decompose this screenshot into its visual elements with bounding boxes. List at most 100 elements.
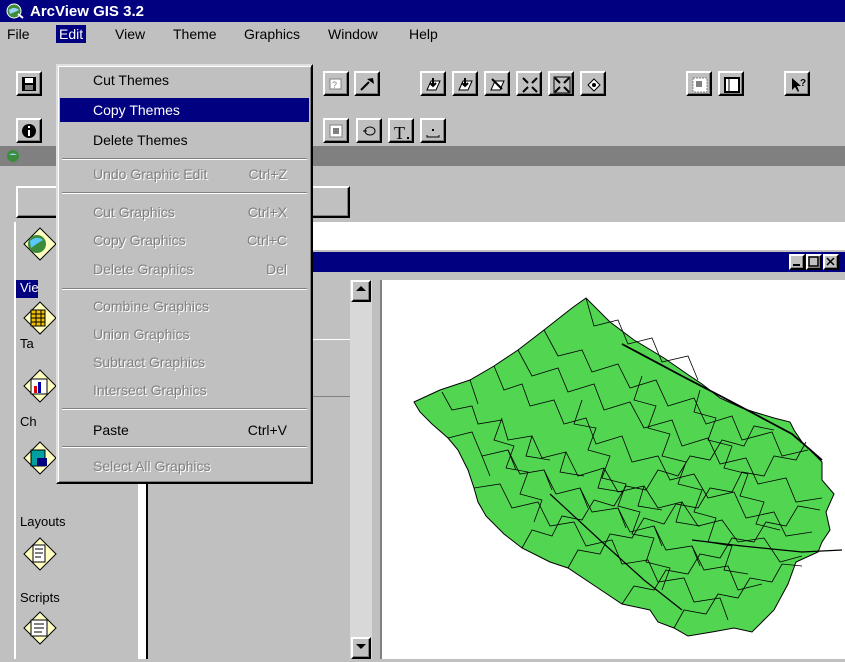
zoom-to-selected-button[interactable] — [484, 71, 510, 96]
vertex-tool-button[interactable] — [420, 118, 446, 143]
scripts-icon[interactable] — [22, 610, 58, 646]
help-arrow-icon: ? — [792, 78, 806, 92]
menu-separator — [62, 408, 307, 410]
save-project-button[interactable] — [16, 71, 42, 96]
close-icon — [826, 257, 835, 266]
menu-item-shortcut: Ctrl+V — [247, 422, 287, 438]
info-icon — [22, 124, 36, 138]
text-tool-button[interactable]: T — [388, 118, 414, 143]
census-tracts-map[interactable] — [382, 280, 845, 659]
menu-combine-graphics[interactable]: Combine Graphics — [60, 294, 309, 318]
label-button[interactable]: ? — [323, 71, 349, 96]
doc-type-charts[interactable]: Ch — [20, 414, 37, 429]
menu-graphics[interactable]: Graphics — [241, 25, 303, 43]
zoom-extent-icon — [426, 78, 441, 91]
label-icon: ? — [329, 78, 342, 90]
menu-file[interactable]: File — [4, 25, 33, 43]
toc-scrollbar[interactable] — [350, 280, 372, 659]
arcview-globe-icon — [6, 3, 24, 19]
help-button[interactable]: ? — [784, 71, 810, 96]
map-display[interactable] — [380, 280, 845, 659]
menu-item-label: Select All Graphics — [93, 458, 211, 474]
app-title: ArcView GIS 3.2 — [30, 3, 144, 20]
menu-delete-themes[interactable]: Delete Themes — [60, 128, 309, 152]
menu-union-graphics[interactable]: Union Graphics — [60, 322, 309, 346]
menu-item-label: Delete Themes — [93, 132, 188, 148]
menu-subtract-graphics[interactable]: Subtract Graphics — [60, 350, 309, 374]
menu-item-label: Undo Graphic Edit — [93, 166, 208, 182]
zoom-in-icon — [522, 77, 538, 93]
menu-copy-graphics[interactable]: Copy Graphics Ctrl+C — [60, 228, 309, 252]
zoom-selected-icon — [490, 78, 505, 91]
minimize-button[interactable] — [789, 254, 805, 270]
menu-help[interactable]: Help — [406, 25, 441, 43]
app-title-bar: ArcView GIS 3.2 — [0, 0, 845, 22]
doc-type-views[interactable]: Vie — [20, 280, 39, 295]
menu-undo-graphic-edit[interactable]: Undo Graphic Edit Ctrl+Z — [60, 162, 309, 186]
project-icon — [7, 150, 19, 162]
layout-frame-icon — [724, 77, 740, 93]
zoom-to-extent-button[interactable] — [420, 71, 446, 96]
doc-type-layouts[interactable]: Layouts — [20, 514, 66, 529]
tables-icon[interactable] — [22, 300, 58, 336]
arrow-down-icon — [356, 644, 366, 649]
zoom-out-icon — [553, 76, 571, 94]
zoom-in-button[interactable] — [516, 71, 542, 96]
zoom-previous-icon — [587, 78, 601, 92]
charts-icon[interactable] — [22, 368, 58, 404]
menu-item-label: Combine Graphics — [93, 298, 209, 314]
select-grid-icon — [692, 77, 708, 93]
menu-item-shortcut: Ctrl+X — [247, 204, 287, 220]
maximize-icon — [808, 256, 819, 267]
draw-shape-button[interactable] — [356, 118, 382, 143]
menu-intersect-graphics[interactable]: Intersect Graphics — [60, 378, 309, 402]
close-button[interactable] — [823, 254, 839, 270]
scroll-up-button[interactable] — [351, 280, 371, 302]
zoom-to-themes-button[interactable] — [452, 71, 478, 96]
menu-window[interactable]: Window — [325, 25, 381, 43]
menu-paste[interactable]: Paste Ctrl+V — [60, 418, 309, 442]
menu-item-label: Cut Graphics — [93, 204, 175, 220]
layout-button[interactable] — [718, 71, 744, 96]
identify-button[interactable] — [16, 118, 42, 143]
menu-item-label: Intersect Graphics — [93, 382, 207, 398]
menu-item-label: Copy Graphics — [93, 232, 186, 248]
menu-separator — [62, 288, 307, 290]
hotlink-button[interactable] — [354, 71, 380, 96]
zoom-themes-icon — [458, 78, 473, 91]
menu-select-all-graphics[interactable]: Select All Graphics — [60, 454, 309, 478]
zoom-out-button[interactable] — [548, 71, 574, 96]
menu-cut-themes[interactable]: Cut Themes — [60, 68, 309, 92]
svg-text:?: ? — [800, 78, 806, 89]
doc-type-scripts[interactable]: Scripts — [20, 590, 60, 605]
minimize-icon — [793, 264, 800, 266]
menu-item-label: Copy Themes — [93, 102, 180, 118]
menu-separator — [62, 446, 307, 448]
scroll-down-button[interactable] — [351, 637, 371, 659]
views-icon[interactable] — [22, 226, 58, 262]
zoom-previous-button[interactable] — [580, 71, 606, 96]
stipple-icon — [329, 124, 343, 138]
select-features-button[interactable] — [686, 71, 712, 96]
maximize-button[interactable] — [806, 254, 822, 270]
menu-cut-graphics[interactable]: Cut Graphics Ctrl+X — [60, 200, 309, 224]
text-t-icon: T — [394, 123, 409, 141]
menu-copy-themes[interactable]: Copy Themes — [60, 98, 309, 122]
doc-type-tables[interactable]: Ta — [20, 336, 34, 351]
project-title-fragment — [42, 150, 54, 162]
menu-separator — [62, 192, 307, 194]
svg-text:T: T — [394, 123, 405, 141]
menu-item-shortcut: Del — [265, 261, 287, 277]
layout-doc-icon[interactable] — [22, 536, 58, 572]
draw-point-button[interactable] — [323, 118, 349, 143]
menu-edit[interactable]: Edit — [56, 25, 87, 43]
menu-delete-graphics[interactable]: Delete Graphics Del — [60, 257, 309, 281]
menu-theme[interactable]: Theme — [170, 25, 220, 43]
menu-separator — [62, 158, 307, 160]
hammer-icon — [360, 78, 374, 91]
menu-item-label: Cut Themes — [93, 72, 169, 88]
menu-bar: File Edit View Theme Graphics Window Hel… — [0, 22, 845, 44]
svg-text:?: ? — [332, 80, 337, 90]
layouts-icon[interactable] — [22, 440, 58, 476]
menu-view[interactable]: View — [112, 25, 148, 43]
